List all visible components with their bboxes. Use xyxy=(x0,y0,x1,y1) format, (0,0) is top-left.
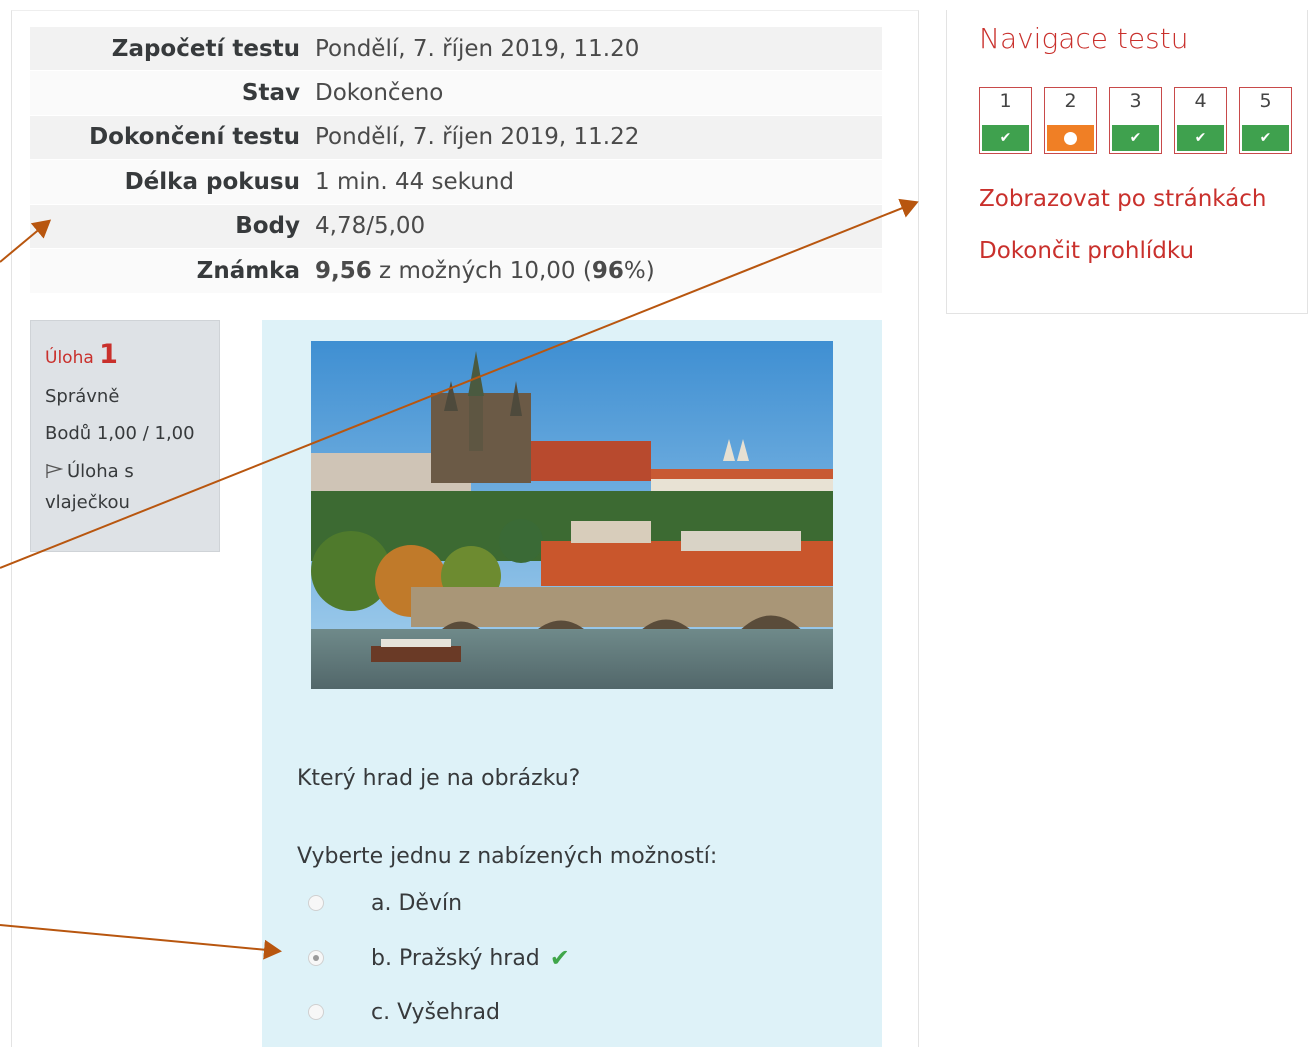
annotation-arrow-answer xyxy=(0,924,282,960)
annotation-arrow-navigation xyxy=(0,198,919,569)
annotation-arrows xyxy=(0,198,919,960)
annotation-arrow-summary xyxy=(0,219,52,263)
